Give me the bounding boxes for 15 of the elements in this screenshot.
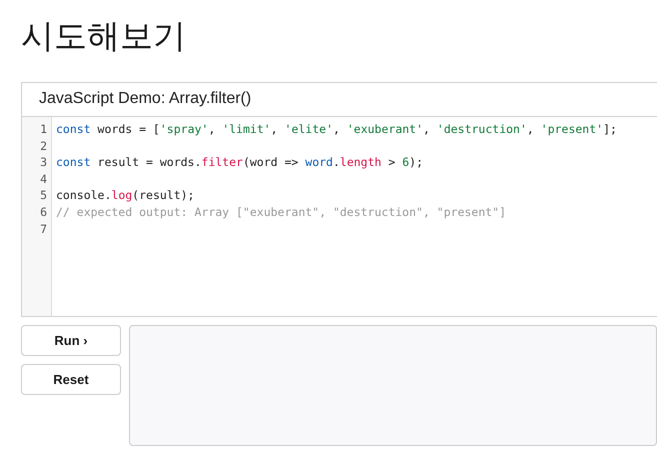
line-number: 2 — [39, 138, 47, 154]
line-number: 1 — [39, 121, 47, 138]
code-line: const result = words.filter(word => word.length > 6); — [56, 154, 424, 171]
line-number: 4 — [39, 170, 47, 188]
demo-title: JavaScript Demo: Array.filter() — [22, 83, 657, 117]
run-button[interactable]: Run › — [21, 325, 121, 356]
line-number: 3 — [39, 154, 47, 171]
line-number: 7 — [39, 220, 47, 238]
line-number: 5 — [39, 187, 47, 204]
reset-button[interactable]: Reset — [21, 364, 121, 395]
line-number: 6 — [39, 204, 47, 221]
code-line: const words = ['spray', 'limit', 'elite', 'exuberant', 'destruction', 'present']; — [56, 121, 617, 138]
code-line: // expected output: Array ["exuberant", "destruction", "present"] — [56, 204, 508, 221]
page-title: 시도해보기 — [21, 15, 187, 57]
code-line: console.log(result); — [56, 187, 196, 204]
